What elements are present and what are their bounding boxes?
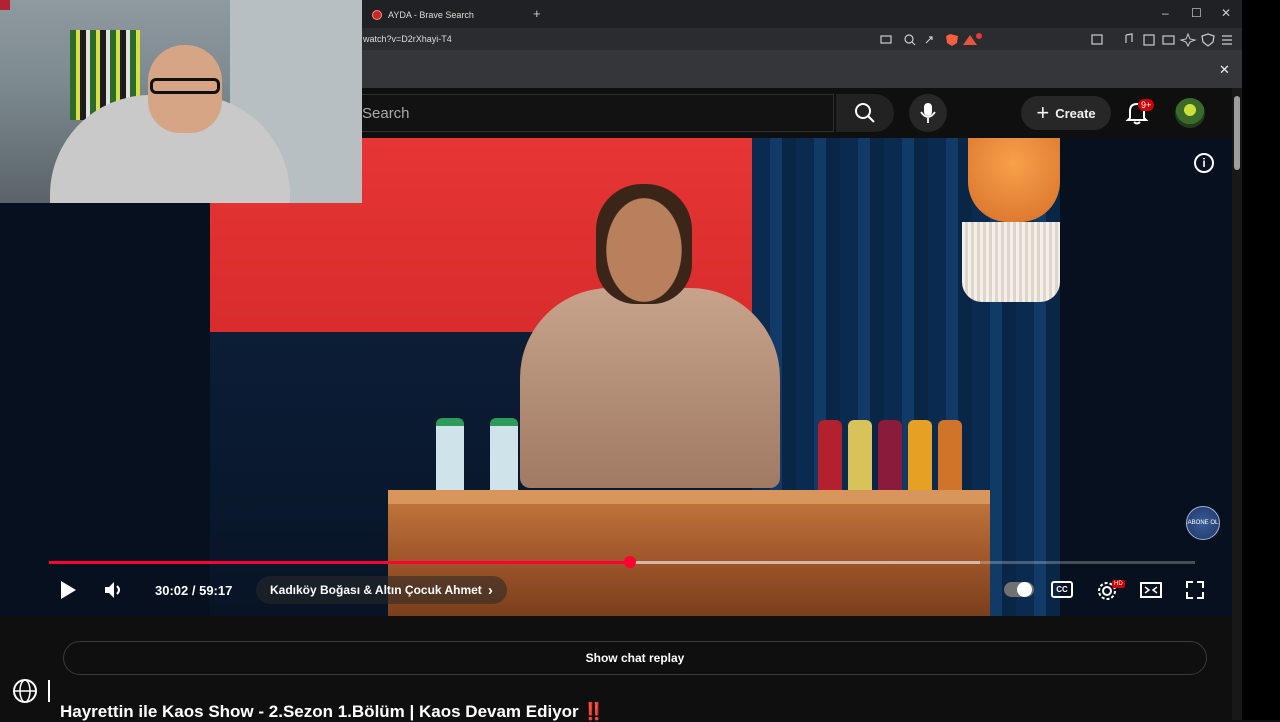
flag-icon: [0, 0, 10, 10]
voice-search-button[interactable]: [909, 94, 947, 132]
played-bar: [49, 561, 630, 564]
autoplay-toggle[interactable]: [1004, 582, 1034, 597]
sidebar-icon: [1143, 34, 1155, 46]
browser-tab[interactable]: AYDA - Brave Search: [372, 4, 526, 26]
menu-icon: [1222, 35, 1232, 45]
browser-toolbar-icons: [1091, 33, 1232, 47]
video-info-icon[interactable]: i: [1194, 153, 1214, 173]
juice-bottle: [938, 420, 962, 496]
brave-rewards-icon: [963, 35, 977, 45]
play-button[interactable]: [56, 578, 80, 602]
chevron-right-icon: ›: [487, 581, 493, 599]
brave-favicon-icon: [372, 10, 382, 20]
host-body: [520, 288, 780, 488]
juice-bottle: [848, 420, 872, 496]
chapter-title: Kadıköy Boğası & Altın Çocuk Ahmet: [270, 583, 482, 597]
water-bottle: [490, 418, 518, 498]
autoplay-knob: [1017, 582, 1032, 597]
webcam-glasses: [150, 78, 220, 94]
search-button[interactable]: [836, 94, 894, 132]
search-input[interactable]: [340, 94, 834, 132]
video-title: Hayrettin ile Kaos Show - 2.Sezon 1.Bölü…: [60, 702, 605, 721]
juice-bottle: [908, 420, 932, 496]
theater-mode-icon[interactable]: [1140, 581, 1162, 599]
share-icon: [925, 36, 933, 44]
wallet-icon: [1162, 35, 1175, 45]
video-player[interactable]: [0, 138, 1242, 616]
orange-lamp: [968, 138, 1060, 222]
plus-icon: +: [1036, 100, 1050, 125]
minimize-button[interactable]: –: [1162, 6, 1169, 20]
screenshot-icon: [1091, 34, 1103, 45]
water-bottle: [436, 418, 464, 498]
globe-icon[interactable]: [12, 678, 38, 704]
maximize-button[interactable]: ☐: [1191, 6, 1202, 20]
fullscreen-icon[interactable]: [1185, 580, 1205, 600]
notification-count-badge: 9+: [1138, 99, 1155, 111]
leo-ai-icon: [1179, 33, 1197, 47]
buffered-bar: [630, 561, 980, 564]
address-bar-actions: [880, 33, 982, 46]
account-avatar[interactable]: [1175, 98, 1205, 128]
brave-shield-icon: [946, 34, 958, 46]
show-chat-replay-button[interactable]: Show chat replay: [63, 641, 1207, 675]
zoom-icon: [904, 34, 914, 44]
url-field[interactable]: watch?v=D2rXhayi-T4: [363, 34, 452, 44]
close-window-button[interactable]: ✕: [1221, 6, 1231, 20]
hd-badge: HD: [1112, 580, 1125, 588]
text-cursor: [48, 680, 50, 702]
create-button[interactable]: + Create: [1021, 96, 1111, 130]
lamp-fringe: [962, 222, 1060, 302]
desk-top: [388, 490, 990, 504]
subtitles-button[interactable]: CC: [1051, 581, 1073, 598]
search-placeholder: Search: [362, 105, 410, 122]
volume-button[interactable]: [102, 578, 126, 602]
time-display: 30:02 / 59:17: [155, 583, 233, 598]
music-icon: [1125, 33, 1133, 43]
microphone-icon: [920, 103, 936, 123]
search-icon: [855, 103, 875, 123]
host-head: [596, 184, 692, 304]
vpn-icon: [1201, 33, 1215, 47]
cast-icon: [880, 35, 892, 44]
infobar-close-icon[interactable]: ✕: [1219, 62, 1230, 78]
webcam-overlay: [0, 0, 362, 203]
scrollbar-track[interactable]: [1232, 88, 1242, 720]
scrollbar-thumb[interactable]: [1234, 96, 1240, 170]
create-label: Create: [1055, 105, 1096, 121]
desktop-edge: [1242, 0, 1280, 720]
new-tab-button[interactable]: +: [533, 6, 541, 21]
play-icon: [61, 581, 76, 599]
subscribe-watermark[interactable]: ABONE OL: [1186, 506, 1220, 540]
chapter-button[interactable]: Kadıköy Boğası & Altın Çocuk Ahmet ›: [256, 576, 507, 604]
juice-bottle: [818, 420, 842, 496]
juice-bottle: [878, 420, 902, 496]
volume-icon: [105, 582, 120, 598]
tab-title: AYDA - Brave Search: [388, 10, 474, 20]
scrubber-handle[interactable]: [624, 556, 636, 568]
